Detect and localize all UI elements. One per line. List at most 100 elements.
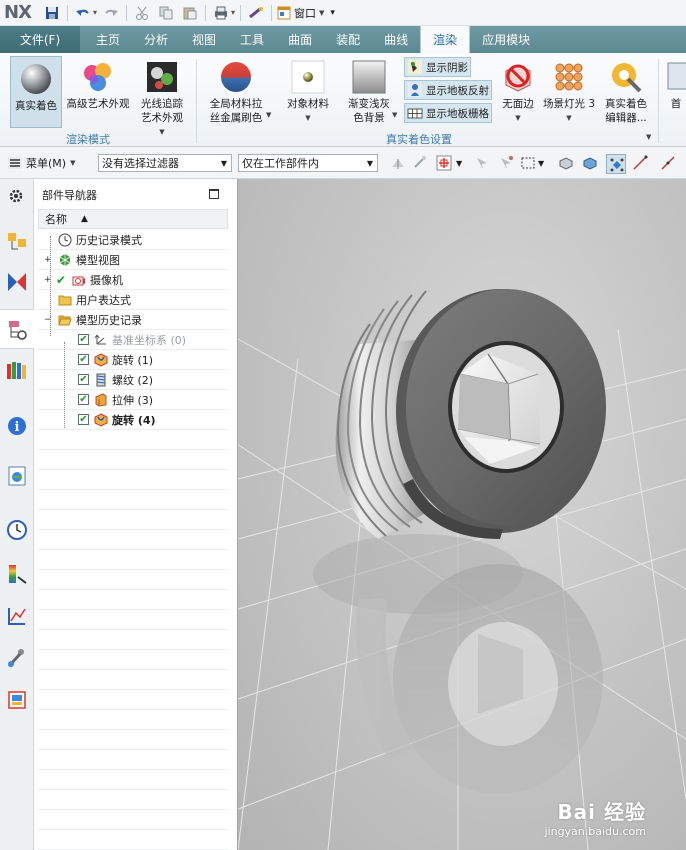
object-material-button[interactable]: 对象材料 ▼ — [282, 59, 334, 125]
no-face-edges-button[interactable]: 无面边 ▼ — [498, 59, 538, 125]
repeat-command-icon[interactable] — [246, 3, 266, 23]
selection-lock-icon[interactable] — [412, 155, 428, 171]
model-render[interactable] — [238, 179, 686, 850]
web-browser-icon[interactable] — [6, 465, 28, 487]
tree-item-user-expressions[interactable]: 用户表达式 — [38, 290, 228, 310]
scene-lights-button[interactable]: 场景灯光 3 ▼ — [540, 59, 598, 125]
true-shading-editor-button[interactable]: 真实着色 编辑器... — [600, 59, 652, 125]
tab-analysis[interactable]: 分析 — [132, 26, 180, 53]
tree-item-model-views[interactable]: + 模型视图 — [38, 250, 228, 270]
part-navigator: 部件导航器 名称 ▲ 历史记录模式 + 模型视图 + ✔ 摄像机 用户表达式 −… — [34, 179, 238, 850]
preferences-button[interactable]: 首 — [664, 59, 686, 111]
show-floor-reflection-label: 显示地板反射 — [426, 84, 489, 97]
rectangle-select-icon[interactable] — [520, 155, 536, 171]
chevron-down-icon[interactable]: ▼ — [456, 159, 462, 168]
visibility-checkbox[interactable]: ✔ — [78, 394, 89, 405]
type-filter-select[interactable]: 没有选择过滤器 ▼ — [98, 154, 232, 172]
history-clock-icon[interactable] — [6, 519, 28, 541]
tab-assemblies[interactable]: 装配 — [324, 26, 372, 53]
visibility-checkbox[interactable]: ✔ — [78, 374, 89, 385]
maximize-icon[interactable] — [209, 189, 219, 199]
tree-item-extrude-3[interactable]: ✔ 拉伸 (3) — [38, 390, 228, 410]
select-body-icon[interactable] — [558, 155, 574, 171]
customize-qat-icon[interactable]: ▾ — [330, 8, 335, 18]
undo-list-icon[interactable]: ▾ — [93, 8, 97, 17]
show-shadow-toggle[interactable]: 显示阴影 — [404, 57, 471, 77]
snap-points-toggle-icon[interactable] — [606, 154, 626, 174]
midpoint-snap-icon[interactable] — [660, 155, 676, 171]
tree-item-revolve-4[interactable]: ✔ 旋转 (4) — [38, 410, 228, 430]
global-material-button[interactable]: 全局材料拉 丝金属刷色 — [204, 59, 268, 125]
tree-item-model-history[interactable]: − 模型历史记录 — [38, 310, 228, 330]
tree-item-datum-csys[interactable]: ✔ 基准坐标系 (0) — [38, 330, 228, 350]
visibility-checkbox[interactable]: ✔ — [78, 354, 89, 365]
assembly-navigator-icon[interactable] — [6, 231, 28, 253]
tab-render[interactable]: 渲染 — [420, 26, 471, 53]
chevron-down-icon[interactable]: ▼ — [515, 111, 520, 125]
deselect-icon[interactable] — [498, 155, 514, 171]
true-shading-button[interactable]: 真实着色 — [10, 56, 62, 128]
quick-pick-icon[interactable] — [474, 155, 490, 171]
chevron-down-icon[interactable]: ▼ — [159, 125, 164, 139]
general-selection-intent-icon[interactable] — [390, 155, 406, 171]
visibility-checkbox[interactable]: ✔ — [78, 334, 89, 345]
empty-row — [38, 570, 228, 590]
manufacturing-wizard-icon[interactable] — [6, 647, 28, 669]
empty-row — [38, 430, 228, 450]
process-studio-icon[interactable] — [6, 605, 28, 627]
tab-home[interactable]: 主页 — [80, 26, 132, 53]
tab-tools[interactable]: 工具 — [228, 26, 276, 53]
constraint-navigator-icon[interactable] — [6, 271, 28, 293]
paste-icon[interactable] — [180, 3, 200, 23]
advanced-studio-button[interactable]: 高级艺术外观 — [64, 59, 132, 111]
tree-item-revolve-1[interactable]: ✔ 旋转 (1) — [38, 350, 228, 370]
copy-icon[interactable] — [156, 3, 176, 23]
tab-view[interactable]: 视图 — [180, 26, 228, 53]
print-icon[interactable] — [211, 3, 231, 23]
save-icon[interactable] — [42, 3, 62, 23]
chevron-down-icon[interactable]: ▼ — [266, 111, 271, 119]
part-navigator-tab[interactable] — [0, 309, 34, 349]
chevron-down-icon[interactable]: ▼ — [538, 159, 544, 168]
roles-icon[interactable] — [6, 689, 28, 711]
show-floor-grid-label: 显示地板栅格 — [426, 107, 489, 120]
ray-traced-studio-button[interactable]: 光线追踪 艺术外观 ▼ — [134, 59, 190, 139]
window-menu[interactable]: 窗口 ▼ — [277, 5, 324, 21]
tree-item-history-mode[interactable]: 历史记录模式 — [38, 230, 228, 250]
tab-application[interactable]: 应用模块 — [470, 26, 542, 53]
show-floor-reflection-toggle[interactable]: 显示地板反射 — [404, 80, 492, 100]
tab-curve[interactable]: 曲线 — [372, 26, 420, 53]
show-floor-grid-toggle[interactable]: 显示地板栅格 — [404, 103, 492, 123]
select-face-icon[interactable] — [582, 155, 598, 171]
model-views-icon — [59, 253, 71, 266]
empty-row — [38, 550, 228, 570]
chevron-down-icon[interactable]: ▼ — [392, 111, 397, 119]
reuse-library-icon[interactable] — [6, 359, 28, 381]
menu-button[interactable]: 菜单(M) ▼ — [8, 155, 75, 171]
line-snap-icon[interactable] — [632, 155, 648, 171]
tree-item-cameras[interactable]: + ✔ 摄像机 — [38, 270, 228, 290]
tab-file[interactable]: 文件(F) — [0, 26, 80, 53]
color-palette-icon[interactable] — [6, 563, 28, 585]
tab-surface[interactable]: 曲面 — [276, 26, 324, 53]
tree-item-label: 拉伸 (3) — [112, 393, 154, 407]
gear-icon[interactable] — [8, 185, 24, 207]
advanced-studio-icon — [84, 63, 111, 91]
redo-icon[interactable] — [101, 3, 121, 23]
undo-icon[interactable] — [73, 3, 93, 23]
tree-item-label: 旋转 (4) — [112, 413, 156, 427]
cut-icon[interactable] — [132, 3, 152, 23]
visibility-checkbox[interactable]: ✔ — [78, 414, 89, 425]
print-options-icon[interactable]: ▾ — [231, 8, 235, 17]
gradient-background-button[interactable]: 渐变浅灰 色背景 — [340, 59, 398, 125]
snap-point-icon[interactable] — [436, 155, 452, 171]
chevron-down-icon[interactable]: ▼ — [305, 111, 310, 125]
tree-item-thread-2[interactable]: ✔ 螺纹 (2) — [38, 370, 228, 390]
chevron-down-icon[interactable]: ▼ — [566, 111, 571, 125]
selection-scope-select[interactable]: 仅在工作部件内 ▼ — [238, 154, 378, 172]
name-column-header[interactable]: 名称 ▲ — [38, 209, 228, 229]
graphics-window[interactable]: Bai 经验 jingyan.baidu.com — [238, 179, 686, 850]
separator — [240, 4, 242, 21]
group-options-icon[interactable]: ▼ — [646, 133, 651, 141]
info-icon[interactable]: i — [6, 415, 28, 437]
